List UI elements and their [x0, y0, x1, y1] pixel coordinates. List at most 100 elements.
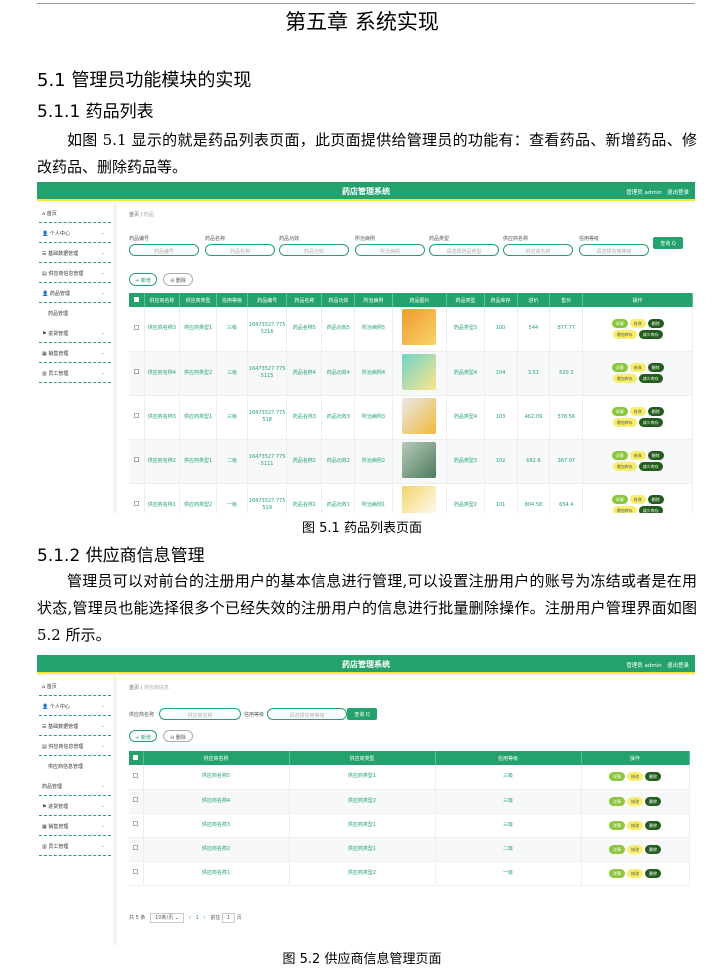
view-button[interactable]: 详情	[611, 318, 628, 328]
next-page-icon[interactable]: ›	[204, 915, 206, 921]
sidebar-item[interactable]: ⚑ 进货管理 ⌄	[39, 323, 111, 343]
delete-button[interactable]: 删除	[647, 407, 664, 416]
checkbox[interactable]	[133, 296, 139, 302]
add-stock-button[interactable]: 增加库存	[612, 462, 637, 471]
view-button[interactable]: 详情	[609, 772, 625, 782]
add-button[interactable]: + 新增	[129, 730, 157, 742]
sidebar-item[interactable]: ☰ 基础数据管理 ⌄	[39, 243, 111, 263]
row-checkbox[interactable]	[133, 821, 139, 826]
delete-button[interactable]: 删除	[645, 796, 661, 806]
sidebar-item[interactable]: ▤ 供应商信息管理 ⌄	[39, 736, 111, 756]
sidebar-item[interactable]: ⚑ 进货管理 ⌄	[39, 796, 111, 816]
delete-button[interactable]: 删除	[645, 820, 661, 830]
sidebar-item[interactable]: 药品管理 ⌄	[39, 776, 111, 796]
sidebar-item[interactable]: ⌂ 首页	[39, 676, 111, 696]
view-button[interactable]: 详情	[611, 451, 628, 460]
view-button[interactable]: 详情	[609, 820, 625, 830]
filter-input[interactable]: 供应商名称	[503, 244, 573, 256]
breadcrumb-home[interactable]: 首页	[129, 212, 139, 218]
reduce-stock-button[interactable]: 减少库存	[638, 418, 663, 427]
sidebar-item[interactable]: 👤 药品管理 ⌄	[39, 283, 111, 303]
logout-link[interactable]: 退出登录	[667, 663, 689, 669]
delete-button[interactable]: 删除	[645, 844, 661, 854]
edit-button[interactable]: 修改	[629, 451, 646, 460]
sidebar-item[interactable]: 供应商信息管理	[39, 756, 111, 776]
row-checkbox[interactable]	[133, 324, 139, 330]
goto-page-input[interactable]: 1	[221, 913, 236, 923]
select-all-checkbox[interactable]	[129, 293, 145, 307]
delete-button[interactable]: 删除	[645, 772, 661, 782]
edit-button[interactable]: 修改	[629, 407, 646, 416]
search-button[interactable]: 查询 Q	[653, 237, 683, 249]
view-button[interactable]: 详情	[611, 407, 628, 416]
filter-input-supplier[interactable]: 供应商名称	[159, 708, 241, 720]
row-checkbox[interactable]	[133, 457, 139, 462]
edit-button[interactable]: 修改	[627, 820, 643, 830]
sidebar-item-label: 药品管理	[42, 784, 63, 790]
sidebar-item[interactable]: ▦ 销售管理 ⌄	[39, 816, 111, 836]
row-checkbox[interactable]	[133, 413, 139, 418]
current-page[interactable]: 1	[196, 915, 199, 921]
row-checkbox[interactable]	[133, 797, 139, 802]
filter-select-credit[interactable]: 请选择信用等级	[267, 708, 347, 720]
sidebar-item[interactable]: 👤 个人中心 ⌄	[39, 223, 111, 243]
edit-button[interactable]: 修改	[629, 495, 646, 504]
filter-input[interactable]: 药品名称	[205, 244, 275, 256]
edit-button[interactable]: 修改	[629, 318, 646, 328]
sidebar-item[interactable]: ▤ 供应商信息管理 ⌄	[39, 263, 111, 283]
search-button[interactable]: 查询 Q	[347, 708, 377, 720]
breadcrumb-home[interactable]: 首页	[129, 685, 139, 691]
add-stock-button[interactable]: 增加库存	[612, 418, 637, 427]
add-button[interactable]: + 新增	[129, 273, 157, 286]
delete-button[interactable]: 删除	[647, 318, 664, 328]
delete-button[interactable]: 删除	[647, 363, 664, 372]
edit-button[interactable]: 修改	[627, 796, 643, 806]
batch-delete-button[interactable]: ⊖ 删除	[163, 730, 193, 742]
reduce-stock-button[interactable]: 减少库存	[638, 462, 663, 471]
add-stock-button[interactable]: 增加库存	[612, 329, 637, 339]
select-all-checkbox[interactable]	[129, 751, 144, 765]
edit-button[interactable]: 修改	[629, 363, 646, 372]
filter-input[interactable]: 药品编号	[129, 244, 199, 256]
row-checkbox[interactable]	[133, 501, 139, 506]
sidebar-item[interactable]: ⌂ 首页	[39, 203, 111, 223]
sidebar-item[interactable]: ▦ 销售管理 ⌄	[39, 343, 111, 363]
sidebar-item[interactable]: ▥ 员工管理 ⌄	[39, 836, 111, 856]
table-cell: 101	[484, 483, 518, 513]
delete-button[interactable]: 删除	[647, 451, 664, 460]
filter-input[interactable]: 所治病例	[355, 244, 425, 256]
reduce-stock-button[interactable]: 减少库存	[638, 506, 663, 513]
view-button[interactable]: 详情	[609, 844, 625, 854]
sidebar-item[interactable]: ☰ 基础数据管理 ⌄	[39, 716, 111, 736]
prev-page-icon[interactable]: ‹	[189, 915, 191, 921]
add-stock-button[interactable]: 增加库存	[612, 374, 637, 383]
edit-button[interactable]: 修改	[627, 772, 643, 782]
table-cell: 16473527 7755216	[247, 307, 288, 352]
sidebar-item[interactable]: 药品管理	[39, 303, 111, 323]
reduce-stock-button[interactable]: 减少库存	[638, 329, 663, 339]
delete-button[interactable]: 删除	[647, 495, 664, 504]
batch-delete-button[interactable]: ⊖ 删除	[163, 273, 193, 286]
filter-input[interactable]: 药品功效	[279, 244, 349, 256]
page-size-select[interactable]: 10条/页 ⌄	[150, 913, 184, 923]
add-stock-button[interactable]: 增加库存	[612, 506, 637, 513]
row-checkbox[interactable]	[133, 845, 139, 850]
logout-link[interactable]: 退出登录	[667, 190, 689, 196]
delete-button[interactable]: 删除	[645, 868, 661, 878]
table-cell: 药品功效1	[321, 483, 356, 513]
row-checkbox[interactable]	[133, 772, 139, 778]
view-button[interactable]: 详情	[611, 495, 628, 504]
view-button[interactable]: 详情	[611, 363, 628, 372]
edit-button[interactable]: 修改	[627, 844, 643, 854]
filter-input[interactable]: 请选择信用等级	[579, 244, 649, 256]
sidebar-item[interactable]: 👤 个人中心 ⌄	[39, 696, 111, 716]
filter-input[interactable]: 请选择药品类型	[429, 244, 499, 256]
view-button[interactable]: 详情	[609, 868, 625, 878]
edit-button[interactable]: 修改	[627, 868, 643, 878]
checkbox[interactable]	[133, 754, 139, 760]
sidebar-item[interactable]: ▥ 员工管理 ⌄	[39, 363, 111, 383]
reduce-stock-button[interactable]: 减少库存	[638, 374, 663, 383]
row-checkbox[interactable]	[133, 369, 139, 374]
view-button[interactable]: 详情	[609, 796, 625, 806]
row-checkbox[interactable]	[133, 869, 139, 874]
